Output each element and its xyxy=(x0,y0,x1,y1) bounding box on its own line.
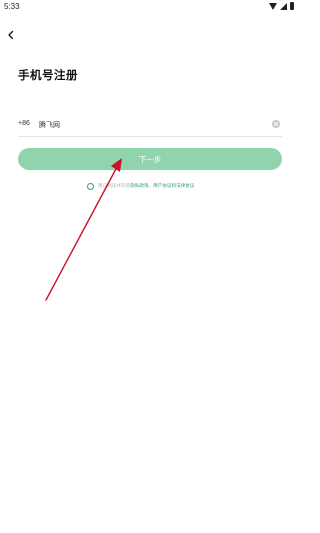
country-code[interactable]: +86 xyxy=(18,120,30,127)
agreement-checkbox[interactable] xyxy=(87,182,94,190)
status-bar: 5:33 xyxy=(0,0,300,14)
agreement-prefix: 我已阅读并同意 xyxy=(98,184,131,189)
battery-icon xyxy=(290,2,294,10)
status-icons xyxy=(269,2,294,10)
status-time: 5:33 xyxy=(4,2,20,11)
registration-screen: 5:33 手机号注册 +86 下一步 我已阅读并同意 隐私政策、用户协议和法律协… xyxy=(0,0,300,533)
phone-field-row: +86 xyxy=(18,114,282,137)
clear-circle-icon xyxy=(274,122,278,126)
agreement-row: 我已阅读并同意 隐私政策、用户协议和法律协议 xyxy=(87,181,195,191)
page-title: 手机号注册 xyxy=(18,68,78,82)
signal-icon xyxy=(280,2,287,10)
agreement-links[interactable]: 隐私政策、用户协议和法律协议 xyxy=(130,183,194,189)
phone-input[interactable] xyxy=(39,117,259,133)
clear-input-button[interactable] xyxy=(272,120,280,128)
chevron-left-icon xyxy=(8,30,14,40)
back-button[interactable] xyxy=(2,26,20,44)
next-button[interactable]: 下一步 xyxy=(18,148,282,170)
wifi-icon xyxy=(269,2,277,10)
